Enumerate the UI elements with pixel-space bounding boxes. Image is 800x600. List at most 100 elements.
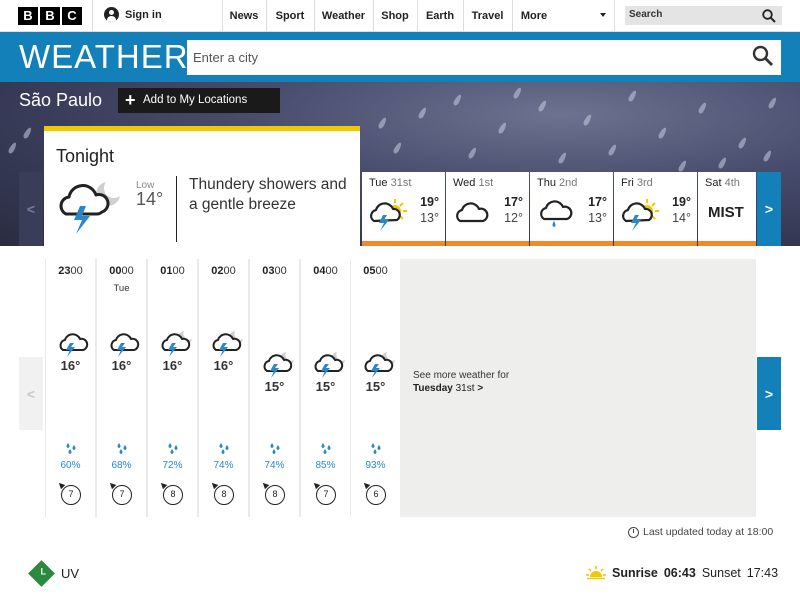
hour-time: 0300 — [262, 265, 287, 277]
hour-temperature: 16° — [162, 358, 183, 373]
low-temperature: 14° — [136, 189, 164, 209]
day-fri[interactable]: Fri 3rd 19° 14° — [614, 172, 697, 246]
last-updated-text: Last updated today at 18:00 — [643, 526, 774, 538]
rain-drops-icon — [219, 443, 229, 454]
see-more-date: 31st — [455, 383, 475, 394]
rain-drops-icon — [321, 443, 331, 454]
tonight-title: Tonight — [56, 146, 115, 166]
hour-temperature: 16° — [60, 358, 81, 373]
see-more-day: Tuesday — [413, 383, 453, 394]
rain-drops-icon — [270, 443, 280, 454]
nav-earth[interactable]: Earth — [417, 0, 463, 32]
nav-travel[interactable]: Travel — [463, 0, 512, 32]
hour-temperature: 16° — [213, 358, 234, 373]
rain-chance: 93% — [365, 460, 386, 471]
rain-chance: 74% — [213, 460, 234, 471]
thunder-moon-icon — [59, 182, 120, 234]
hour-column[interactable]: 0400 15° 85% 7 — [300, 259, 351, 517]
uv-indicator[interactable]: L UV — [28, 560, 80, 587]
rain-chance: 74% — [264, 460, 285, 471]
hour-column[interactable]: 0300 15° 74% 8 — [249, 259, 300, 517]
thunder-cloud-icon — [110, 333, 140, 357]
add-to-my-locations-button[interactable]: + Add to My Locations — [118, 88, 280, 113]
rain-chance: 72% — [162, 460, 183, 471]
wind-speed-badge: 7 — [316, 485, 336, 505]
wind-speed-badge: 8 — [163, 485, 183, 505]
location-name: São Paulo — [19, 90, 103, 110]
uv-badge: L — [28, 560, 55, 587]
prev-hours-arrow[interactable]: < — [19, 357, 43, 430]
hour-column[interactable]: 0200 16° 74% 8 — [198, 259, 249, 517]
day-high: 19° — [420, 195, 439, 209]
clock-icon — [628, 526, 639, 538]
nav-sport[interactable]: Sport — [266, 0, 314, 32]
next-day-arrow[interactable]: > — [757, 172, 781, 246]
top-search-input[interactable]: Search — [625, 6, 782, 25]
day-name: Fri — [621, 177, 634, 189]
bbc-logo[interactable]: B B C — [18, 7, 82, 25]
day-high: 17° — [588, 195, 607, 209]
hour-column[interactable]: 0100 16° 72% 8 — [147, 259, 198, 517]
uv-label: UV — [61, 566, 80, 581]
divider — [176, 176, 177, 242]
sign-in-link[interactable]: Sign in — [104, 7, 162, 22]
hour-time: 0400 — [313, 265, 338, 277]
prev-day-arrow[interactable]: < — [19, 172, 43, 246]
cloud-icon — [456, 202, 489, 223]
day-name: Wed — [453, 177, 476, 189]
sunrise-sunset: Sunrise 06:43 Sunset 17:43 — [586, 566, 778, 580]
nav-news[interactable]: News — [222, 0, 266, 32]
light-rain-icon — [540, 200, 573, 227]
day-low: 12° — [504, 211, 523, 225]
day-tue[interactable]: Tue 31st 19° 13° — [362, 172, 445, 246]
thunder-moon-icon — [212, 331, 243, 357]
day-name: Tue — [369, 177, 388, 189]
sunrise-label: Sunrise — [612, 566, 658, 580]
city-search-input[interactable] — [187, 40, 781, 75]
tonight-description: Thundery showers and a gentle breeze — [189, 176, 347, 213]
day-name: Thu — [537, 177, 556, 189]
bbc-logo-letter: C — [62, 7, 82, 25]
rain-chance: 68% — [111, 460, 132, 471]
wind-speed-badge: 8 — [214, 485, 234, 505]
nav-weather[interactable]: Weather — [314, 0, 373, 32]
hour-column[interactable]: 2300 16° 60% 7 — [45, 259, 96, 517]
hour-temperature: 15° — [365, 379, 386, 394]
day-date: 2nd — [559, 177, 578, 189]
hour-time: 0200 — [211, 265, 236, 277]
weather-header: WEATHER — [0, 32, 800, 82]
day-name: Sat — [705, 177, 722, 189]
day-high: 19° — [672, 195, 691, 209]
bbc-top-bar: B B C Sign in News Sport Weather Shop Ea… — [0, 0, 800, 32]
wind-speed-badge: 7 — [61, 485, 81, 505]
hour-temperature: 16° — [111, 358, 132, 373]
rain-drops-icon — [371, 443, 381, 454]
sunset-label: Sunset — [701, 566, 741, 580]
thunder-sun-icon — [622, 199, 659, 231]
thunder-moon-icon — [314, 352, 345, 378]
search-icon[interactable] — [762, 9, 776, 23]
nav-more[interactable]: More — [512, 0, 556, 32]
see-more-weather-link[interactable]: See more weather for Tuesday 31st > — [400, 259, 756, 517]
day-date: 3rd — [636, 177, 653, 189]
day-wed[interactable]: Wed 1st 17° 12° — [446, 172, 529, 246]
day-low: 13° — [420, 211, 439, 225]
weather-logo[interactable]: WEATHER — [19, 38, 189, 76]
hour-column[interactable]: 0500 15° 93% 6 — [350, 259, 401, 517]
hour-day-label: Tue — [113, 283, 130, 294]
search-icon[interactable] — [752, 45, 774, 67]
nav-shop[interactable]: Shop — [373, 0, 417, 32]
day-date: 1st — [478, 177, 494, 189]
hour-column[interactable]: 0000 Tue 16° 68% 7 — [96, 259, 147, 517]
see-more-line1: See more weather for — [413, 370, 510, 381]
day-date: 31st — [390, 177, 412, 189]
thunder-moon-icon — [364, 352, 395, 378]
sign-in-label: Sign in — [125, 8, 162, 21]
tonight-panel[interactable]: Tonight Low 14° Thundery showers and a g… — [44, 126, 360, 246]
day-sat[interactable]: Sat 4th MIST — [698, 172, 756, 246]
chevron-down-icon[interactable] — [600, 13, 606, 17]
day-thu[interactable]: Thu 2nd 17° 13° — [530, 172, 613, 246]
hour-temperature: 15° — [264, 379, 285, 394]
next-hours-arrow[interactable]: > — [757, 357, 781, 430]
thunder-moon-icon — [263, 352, 294, 378]
